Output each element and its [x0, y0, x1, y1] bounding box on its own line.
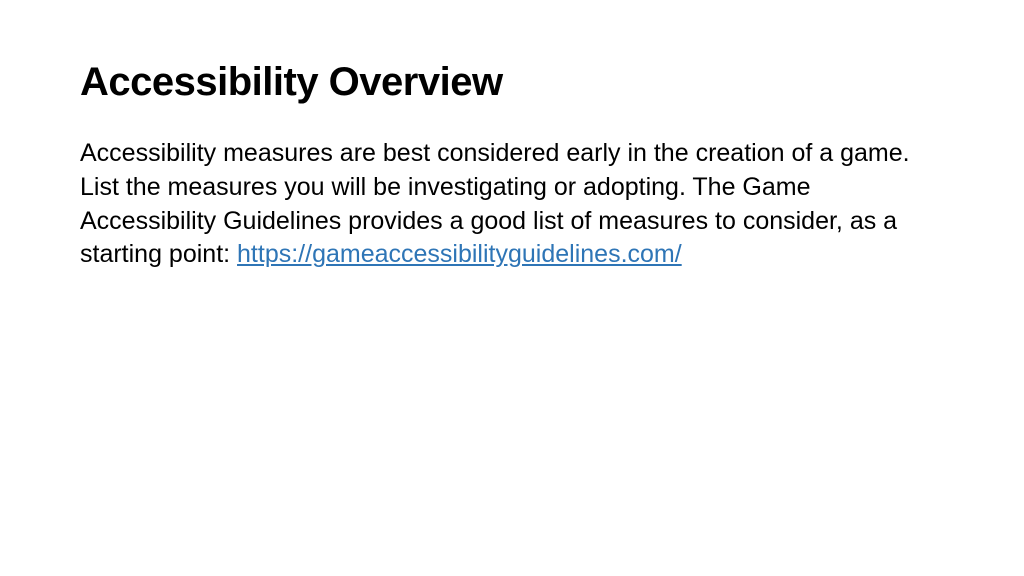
page-title: Accessibility Overview	[80, 60, 944, 105]
guidelines-link[interactable]: https://gameaccessibilityguidelines.com/	[237, 240, 682, 268]
body-paragraph: Accessibility measures are best consider…	[80, 137, 944, 272]
